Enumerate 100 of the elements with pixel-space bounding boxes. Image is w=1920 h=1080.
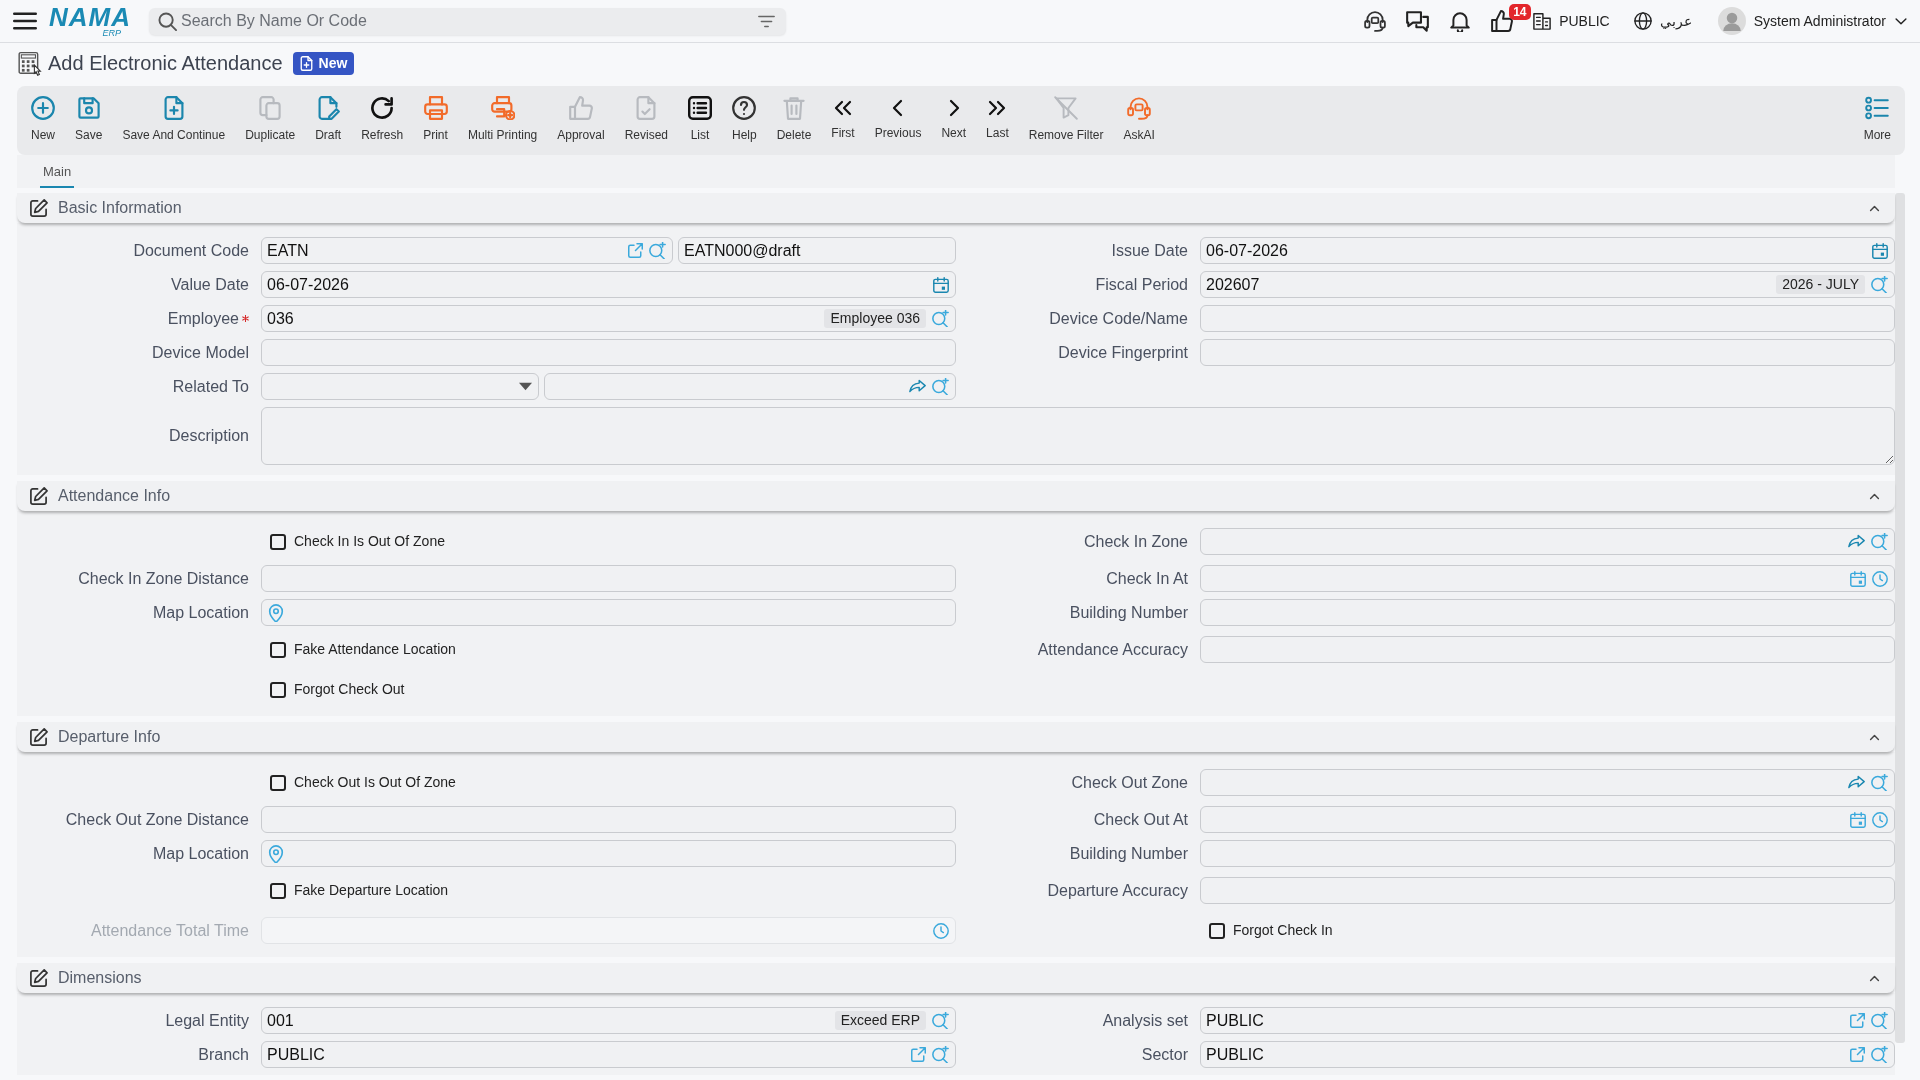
search-plus-icon[interactable]	[649, 242, 666, 259]
search-plus-icon[interactable]	[932, 1046, 949, 1063]
checkbox[interactable]	[270, 882, 286, 899]
text-field[interactable]	[1200, 840, 1895, 867]
notification-badge: 14	[1509, 4, 1531, 20]
lookup-field[interactable]: 036 Employee 036	[261, 305, 956, 332]
search-plus-icon[interactable]	[1871, 1046, 1888, 1063]
calendar-icon[interactable]	[1850, 811, 1866, 828]
map-pin-icon[interactable]	[267, 844, 285, 863]
bell-icon[interactable]	[1449, 10, 1472, 32]
location-field[interactable]	[261, 599, 956, 626]
checkbox-label[interactable]: Fake Attendance Location	[294, 639, 456, 660]
lookup-field[interactable]	[1200, 528, 1895, 555]
scrollbar-thumb[interactable]	[1895, 193, 1905, 1043]
toolbar-button[interactable]: Next	[931, 96, 977, 140]
datetime-field[interactable]	[1200, 806, 1895, 833]
clock-icon[interactable]	[1872, 811, 1888, 828]
text-field[interactable]	[1200, 599, 1895, 626]
checkbox[interactable]	[270, 641, 286, 658]
external-link-icon[interactable]	[1850, 1047, 1865, 1062]
lookup-field[interactable]: PUBLIC	[1200, 1007, 1895, 1034]
field-tag: Employee 036	[824, 309, 926, 328]
tab[interactable]: Main	[40, 158, 75, 188]
search-plus-icon[interactable]	[1871, 774, 1888, 791]
search-plus-icon[interactable]	[932, 1012, 949, 1029]
search-plus-icon[interactable]	[1871, 276, 1888, 293]
toolbar-button[interactable]: Refresh	[351, 96, 414, 142]
toolbar-button[interactable]: Draft	[305, 96, 352, 142]
caret-down-icon[interactable]	[519, 380, 532, 393]
text-area[interactable]	[261, 407, 1895, 465]
more-button[interactable]: More	[1853, 96, 1901, 142]
forward-arrow-icon[interactable]	[1848, 533, 1865, 550]
external-link-icon[interactable]	[911, 1047, 926, 1062]
checkbox[interactable]	[270, 681, 286, 698]
checkbox-label[interactable]: Forgot Check In	[1233, 920, 1333, 941]
date-field[interactable]: 06-07-2026	[261, 271, 956, 298]
toolbar-button[interactable]: AskAI	[1113, 96, 1165, 142]
checkbox[interactable]	[1209, 922, 1225, 939]
lookup-field[interactable]: EATN	[261, 237, 673, 264]
headset-icon[interactable]	[1364, 10, 1387, 32]
thumbs-up-icon[interactable]	[1491, 10, 1514, 32]
text-field[interactable]	[261, 565, 956, 592]
dropdown-field[interactable]	[261, 373, 539, 400]
user-menu[interactable]: System Administrator	[1717, 7, 1908, 35]
toolbar-button[interactable]: Multi Printing	[457, 96, 548, 142]
lookup-field[interactable]: 001 Exceed ERP	[261, 1007, 956, 1034]
map-pin-icon[interactable]	[267, 603, 285, 622]
page-title: Add Electronic Attendance	[48, 51, 283, 75]
search-plus-icon[interactable]	[932, 310, 949, 327]
lookup-field[interactable]	[1200, 769, 1895, 796]
checkbox[interactable]	[270, 533, 286, 550]
company-selector[interactable]: PUBLIC	[1533, 10, 1610, 32]
toolbar-button[interactable]: First	[821, 96, 865, 140]
toolbar-button[interactable]: Print	[413, 96, 458, 142]
checkbox-label[interactable]: Forgot Check Out	[294, 679, 405, 700]
toolbar-button[interactable]: List	[678, 96, 722, 142]
search-plus-icon[interactable]	[1871, 533, 1888, 550]
logo[interactable]: NAMA ERP	[51, 4, 131, 38]
text-field[interactable]	[261, 806, 956, 833]
checkbox[interactable]	[270, 774, 286, 791]
external-link-icon[interactable]	[628, 243, 643, 258]
text-field[interactable]	[1200, 636, 1895, 663]
clock-icon[interactable]	[1872, 570, 1888, 587]
chat-icon[interactable]	[1406, 9, 1430, 33]
external-link-icon[interactable]	[1850, 1013, 1865, 1028]
lookup-field[interactable]: 202607 2026 - JULY	[1200, 271, 1895, 298]
search-field[interactable]: Search By Name Or Code	[149, 7, 786, 35]
field-label: Employee	[167, 308, 239, 329]
lookup-field[interactable]	[544, 373, 956, 400]
calendar-icon[interactable]	[933, 276, 949, 293]
toolbar-button[interactable]: Save	[65, 96, 113, 142]
location-field[interactable]	[261, 840, 956, 867]
lookup-field[interactable]: PUBLIC	[1200, 1041, 1895, 1068]
checkbox-label[interactable]: Check Out Is Out Of Zone	[294, 772, 456, 793]
toolbar-button[interactable]: Help	[722, 96, 767, 142]
checkbox-label[interactable]: Fake Departure Location	[294, 880, 449, 901]
datetime-field[interactable]	[1200, 565, 1895, 592]
search-plus-icon[interactable]	[1871, 1012, 1888, 1029]
calendar-icon[interactable]	[1872, 242, 1888, 259]
forward-arrow-icon[interactable]	[909, 378, 926, 395]
calendar-icon[interactable]	[1850, 570, 1866, 587]
checkbox-label[interactable]: Check In Is Out Of Zone	[294, 531, 445, 552]
text-field[interactable]	[1200, 339, 1895, 366]
field-tag: Exceed ERP	[834, 1011, 926, 1030]
toolbar-button[interactable]: New	[21, 96, 65, 142]
date-field[interactable]: 06-07-2026	[1200, 237, 1895, 264]
avatar-icon	[1717, 7, 1746, 35]
text-field[interactable]	[1200, 305, 1895, 332]
field-label: Check Out At	[1093, 809, 1188, 830]
toolbar-button[interactable]: Previous	[864, 96, 932, 140]
double-chevron-right-icon	[987, 98, 1008, 118]
toolbar-button[interactable]: Save And Continue	[112, 96, 236, 142]
language-button[interactable]: عربي	[1633, 10, 1692, 32]
text-field[interactable]	[1200, 877, 1895, 904]
lookup-field[interactable]: PUBLIC	[261, 1041, 956, 1068]
text-field[interactable]	[261, 339, 956, 366]
text-field[interactable]: EATN000@draft	[678, 237, 956, 264]
toolbar-button[interactable]: Last	[976, 96, 1019, 140]
forward-arrow-icon[interactable]	[1848, 774, 1865, 791]
search-plus-icon[interactable]	[932, 378, 949, 395]
